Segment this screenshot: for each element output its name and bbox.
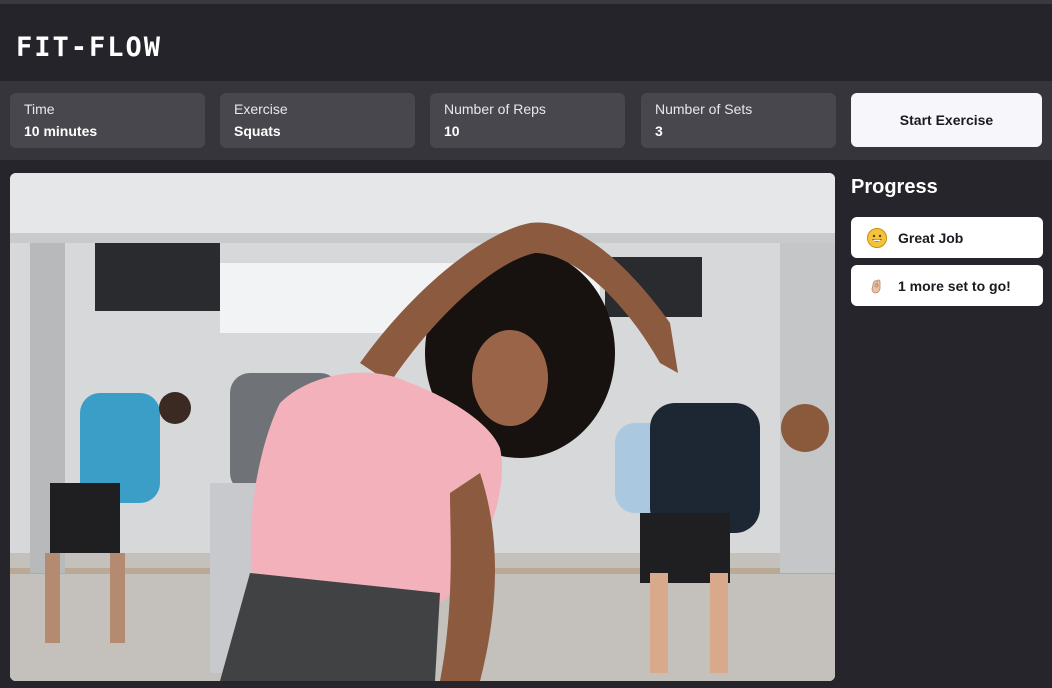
exercise-field[interactable]: Exercise Squats (220, 93, 415, 148)
progress-item-label: Great Job (898, 229, 964, 246)
progress-item-label: 1 more set to go! (898, 277, 1011, 294)
exercise-class-photo (10, 173, 835, 681)
progress-item-sets-remaining: 1 more set to go! (851, 265, 1043, 306)
reps-label: Number of Reps (444, 101, 546, 117)
progress-title: Progress (851, 176, 938, 198)
app-logo: FIT-FLOW (16, 32, 163, 63)
time-field[interactable]: Time 10 minutes (10, 93, 205, 148)
time-value: 10 minutes (24, 123, 98, 139)
exercise-toolbar: Time 10 minutes Exercise Squats Number o… (0, 81, 1052, 160)
exercise-value: Squats (234, 123, 281, 139)
exercise-class-image (10, 173, 835, 681)
time-label: Time (24, 101, 55, 117)
pinch-hand-icon (867, 276, 887, 296)
sets-label: Number of Sets (655, 101, 753, 117)
reps-field[interactable]: Number of Reps 10 (430, 93, 625, 148)
progress-item-great-job: Great Job (851, 217, 1043, 258)
reps-value: 10 (444, 123, 460, 139)
sets-value: 3 (655, 123, 663, 139)
smiley-face-icon (867, 227, 887, 248)
sets-field[interactable]: Number of Sets 3 (641, 93, 836, 148)
app-header: FIT-FLOW (0, 4, 1052, 81)
start-exercise-button[interactable]: Start Exercise (851, 93, 1042, 147)
exercise-label: Exercise (234, 101, 288, 117)
